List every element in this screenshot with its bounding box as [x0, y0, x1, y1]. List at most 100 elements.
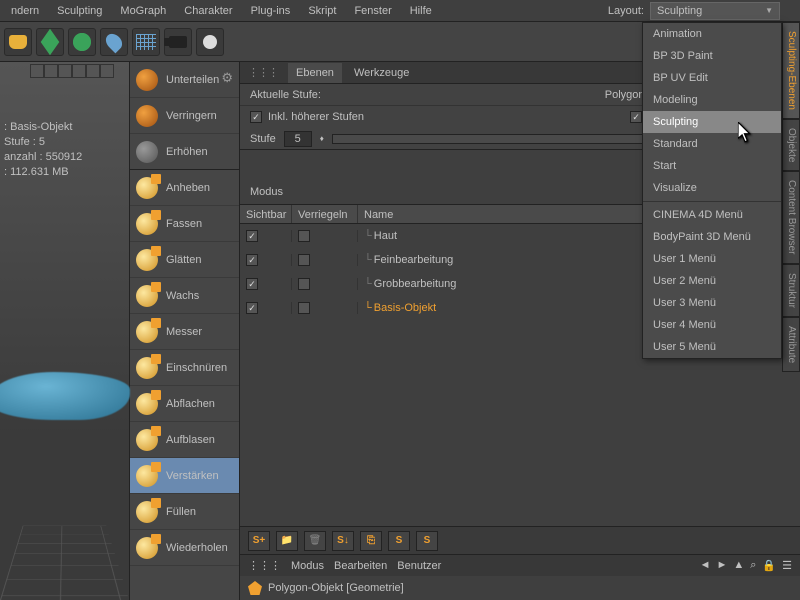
tool-subdivide[interactable]: Unterteilen⚙: [130, 62, 239, 98]
layer-icon[interactable]: S: [416, 531, 438, 551]
side-tab-attribute[interactable]: Attribute: [782, 317, 800, 372]
menu-item[interactable]: ndern: [2, 0, 48, 22]
dropdown-item[interactable]: User 3 Menü: [643, 292, 781, 314]
tab-benutzer[interactable]: Benutzer: [397, 560, 441, 572]
object-label: Polygon-Objekt [Geometrie]: [268, 582, 404, 594]
viewport[interactable]: : Basis-Objekt Stufe : 5 anzahl : 550912…: [0, 62, 130, 600]
dropdown-item[interactable]: BP 3D Paint: [643, 45, 781, 67]
stufe-field[interactable]: 5: [284, 131, 312, 147]
tool-increase[interactable]: Erhöhen: [130, 134, 239, 170]
menu-item[interactable]: Plug-ins: [242, 0, 300, 22]
tab-modus[interactable]: Modus: [291, 560, 324, 572]
layer-toolbar: S+ 📁 🗑 S↓ ⎘ S S: [240, 526, 800, 554]
search-icon[interactable]: ⌕: [750, 559, 756, 572]
side-tabs: Sculpting-Ebenen Objekte Content Browser…: [782, 22, 800, 372]
col-lock[interactable]: Verriegeln: [292, 205, 358, 223]
lock-checkbox[interactable]: [298, 254, 310, 266]
layout-dropdown[interactable]: Sculpting ▼: [650, 2, 780, 20]
menu-item[interactable]: Hilfe: [401, 0, 441, 22]
sculpt-mesh[interactable]: [0, 372, 130, 420]
menu-item[interactable]: MoGraph: [111, 0, 175, 22]
nav-back-icon[interactable]: ◄: [700, 559, 711, 572]
layer-icon[interactable]: S: [388, 531, 410, 551]
visibility-checkbox[interactable]: ✓: [246, 254, 258, 266]
sculpt-palette: Unterteilen⚙ Verringern Erhöhen Anheben …: [130, 62, 240, 600]
tool-wax[interactable]: Wachs: [130, 278, 239, 314]
side-tab-objekte[interactable]: Objekte: [782, 119, 800, 171]
layer-icon[interactable]: ⎘: [360, 531, 382, 551]
drop-icon[interactable]: [100, 28, 128, 56]
dropdown-item[interactable]: Start: [643, 155, 781, 177]
menu-item[interactable]: Fenster: [345, 0, 400, 22]
trash-icon[interactable]: 🗑: [304, 531, 326, 551]
tool-fill[interactable]: Füllen: [130, 494, 239, 530]
tool-knife[interactable]: Messer: [130, 314, 239, 350]
dropdown-item[interactable]: Animation: [643, 23, 781, 45]
layer-name: Grobbearbeitung: [374, 278, 457, 290]
checkbox-incl-higher[interactable]: ✓: [250, 111, 262, 123]
lock-checkbox[interactable]: [298, 230, 310, 242]
col-visible[interactable]: Sichtbar: [240, 205, 292, 223]
polygon-icon: [248, 581, 262, 595]
dropdown-item[interactable]: BP UV Edit: [643, 67, 781, 89]
dropdown-item[interactable]: Visualize: [643, 177, 781, 199]
visibility-checkbox[interactable]: ✓: [246, 278, 258, 290]
lock-checkbox[interactable]: [298, 278, 310, 290]
incl-higher-label: Inkl. höherer Stufen: [268, 111, 364, 123]
layer-icon[interactable]: S↓: [332, 531, 354, 551]
lock-icon[interactable]: 🔒: [762, 559, 776, 572]
drag-handle-icon[interactable]: ⋮⋮⋮: [248, 66, 278, 79]
dropdown-item[interactable]: User 2 Menü: [643, 270, 781, 292]
layout-label: Layout:: [608, 5, 650, 17]
visibility-checkbox[interactable]: ✓: [246, 230, 258, 242]
floor-grid: [0, 526, 129, 600]
tool-amplify[interactable]: Verstärken: [130, 458, 239, 494]
light-icon[interactable]: [196, 28, 224, 56]
nav-fwd-icon[interactable]: ►: [716, 559, 727, 572]
dropdown-item[interactable]: User 5 Menü: [643, 336, 781, 358]
cube-icon[interactable]: [36, 28, 64, 56]
layout-dropdown-menu: AnimationBP 3D PaintBP UV EditModelingSc…: [642, 22, 782, 359]
tab-ebenen[interactable]: Ebenen: [288, 63, 342, 83]
dropdown-item[interactable]: CINEMA 4D Menü: [643, 204, 781, 226]
tool-smooth[interactable]: Glätten: [130, 242, 239, 278]
tool-grab[interactable]: Fassen: [130, 206, 239, 242]
gear-icon[interactable]: ⚙: [221, 70, 233, 86]
viewport-mini-icons[interactable]: [30, 64, 114, 78]
visibility-checkbox[interactable]: ✓: [246, 302, 258, 314]
checkbox-phong[interactable]: ✓: [630, 111, 642, 123]
menu-item[interactable]: Charakter: [175, 0, 241, 22]
grid-icon[interactable]: [132, 28, 160, 56]
camera-icon[interactable]: [164, 28, 192, 56]
gear-icon[interactable]: [68, 28, 96, 56]
menu-item[interactable]: Skript: [299, 0, 345, 22]
tab-bearbeiten[interactable]: Bearbeiten: [334, 560, 387, 572]
add-layer-icon[interactable]: S+: [248, 531, 270, 551]
lock-checkbox[interactable]: [298, 302, 310, 314]
layer-name: Basis-Objekt: [374, 302, 436, 314]
tool-reduce[interactable]: Verringern: [130, 98, 239, 134]
tool-pinch[interactable]: Einschnüren: [130, 350, 239, 386]
tab-werkzeuge[interactable]: Werkzeuge: [346, 63, 417, 83]
tool-inflate[interactable]: Aufblasen: [130, 422, 239, 458]
dropdown-item[interactable]: BodyPaint 3D Menü: [643, 226, 781, 248]
object-row[interactable]: Polygon-Objekt [Geometrie]: [240, 576, 800, 600]
nav-up-icon[interactable]: ▲: [733, 559, 744, 572]
side-tab-content[interactable]: Content Browser: [782, 171, 800, 263]
dropdown-item[interactable]: Sculpting: [643, 111, 781, 133]
tool-repeat[interactable]: Wiederholen: [130, 530, 239, 566]
tool-flatten[interactable]: Abflachen: [130, 386, 239, 422]
menu-icon[interactable]: ☰: [782, 559, 792, 572]
tool-pull[interactable]: Anheben: [130, 170, 239, 206]
dropdown-item[interactable]: User 4 Menü: [643, 314, 781, 336]
side-tab-sculpting[interactable]: Sculpting-Ebenen: [782, 22, 800, 119]
side-tab-struktur[interactable]: Struktur: [782, 264, 800, 317]
drag-handle-icon[interactable]: ⋮⋮⋮: [248, 559, 281, 572]
dropdown-item[interactable]: User 1 Menü: [643, 248, 781, 270]
folder-icon[interactable]: 📁: [276, 531, 298, 551]
dropdown-item[interactable]: Modeling: [643, 89, 781, 111]
dropdown-item[interactable]: Standard: [643, 133, 781, 155]
stepper-icon[interactable]: ♦: [320, 134, 324, 143]
menu-item[interactable]: Sculpting: [48, 0, 111, 22]
tool-icon[interactable]: [4, 28, 32, 56]
